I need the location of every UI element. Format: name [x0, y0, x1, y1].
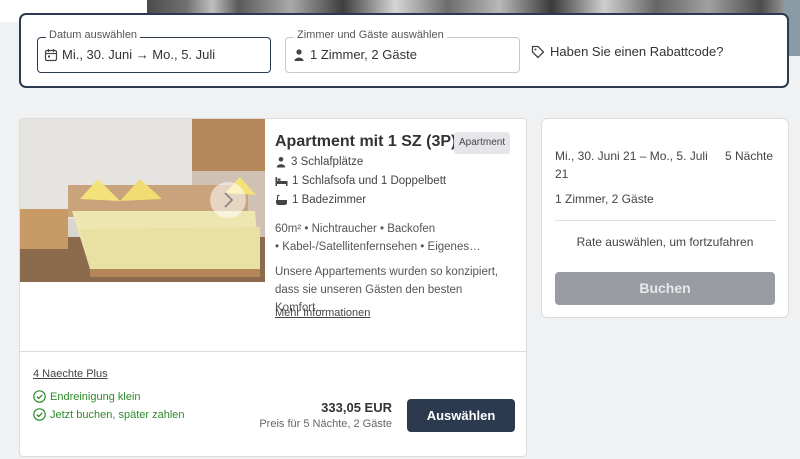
search-bar: Datum auswählen Mi., 30. Juni → Mo., 5. … — [19, 13, 789, 88]
tag-icon — [531, 45, 545, 58]
date-picker-label: Datum auswählen — [46, 29, 141, 41]
booking-summary: Mi., 30. Juni 21 – Mo., 5. Juli 21 5 Näc… — [541, 118, 789, 318]
rate-perk: Endreinigung klein — [33, 390, 141, 403]
guests-picker-value: 1 Zimmer, 2 Gäste — [310, 47, 417, 62]
select-rate-button[interactable]: Auswählen — [407, 399, 515, 432]
rate-price-note: Preis für 5 Nächte, 2 Gäste — [259, 418, 392, 430]
summary-dates: Mi., 30. Juni 21 – Mo., 5. Juli 21 — [555, 149, 708, 181]
rate-price: 333,05 EUR — [321, 400, 392, 415]
summary-hint: Rate auswählen, um fortzufahren — [576, 235, 754, 249]
promo-code-link[interactable]: Haben Sie einen Rabattcode? — [531, 44, 723, 59]
calendar-icon — [44, 49, 58, 62]
feature-bathrooms: 1 Badezimmer — [275, 194, 366, 206]
rate-perk-label: Jetzt buchen, später zahlen — [50, 408, 185, 421]
rate-name-link[interactable]: 4 Naechte Plus — [33, 368, 108, 380]
amenities-line-2: • Kabel-/Satellitenfernsehen • Eigenes… — [275, 241, 481, 253]
more-info-link[interactable]: Mehr Informationen — [275, 307, 370, 319]
room-card: Apartment mit 1 SZ (3P) Apartment 3 Schl… — [19, 118, 527, 457]
feature-beds: 1 Schlafsofa und 1 Doppelbett — [275, 175, 446, 187]
date-picker-value: Mi., 30. Juni → Mo., 5. Juli — [62, 47, 216, 62]
feature-label: 1 Badezimmer — [292, 194, 367, 206]
promo-code-label: Haben Sie einen Rabattcode? — [550, 44, 724, 59]
summary-guests: 1 Zimmer, 2 Gäste — [555, 192, 654, 206]
photo-next-button[interactable] — [210, 182, 246, 218]
date-picker-field[interactable]: Datum auswählen Mi., 30. Juni → Mo., 5. … — [37, 29, 271, 73]
chevron-right-icon — [224, 192, 234, 208]
guests-picker-label: Zimmer und Gäste auswählen — [294, 29, 447, 41]
rate-perk: Jetzt buchen, später zahlen — [33, 408, 185, 421]
rate-perk-label: Endreinigung klein — [50, 390, 141, 403]
summary-nights: 5 Nächte — [725, 149, 774, 163]
room-photo[interactable] — [20, 119, 265, 282]
summary-divider — [555, 220, 776, 221]
room-type-badge: Apartment — [454, 132, 511, 154]
room-title: Apartment mit 1 SZ (3P) — [275, 133, 457, 150]
check-circle-icon — [33, 408, 46, 421]
person-icon — [294, 49, 304, 61]
check-circle-icon — [33, 390, 46, 403]
amenities-line-1: 60m² • Nichtraucher • Backofen — [275, 223, 436, 235]
guests-picker-field[interactable]: Zimmer und Gäste auswählen 1 Zimmer, 2 G… — [285, 29, 520, 73]
book-button[interactable]: Buchen — [555, 272, 775, 305]
person-icon — [276, 157, 286, 168]
feature-label: 3 Schlafplätze — [291, 156, 364, 168]
feature-label: 1 Schlafsofa und 1 Doppelbett — [292, 175, 447, 187]
bed-icon — [275, 177, 288, 186]
card-divider — [20, 351, 526, 352]
feature-sleeping-places: 3 Schlafplätze — [275, 156, 363, 168]
bathtub-icon — [276, 194, 287, 205]
